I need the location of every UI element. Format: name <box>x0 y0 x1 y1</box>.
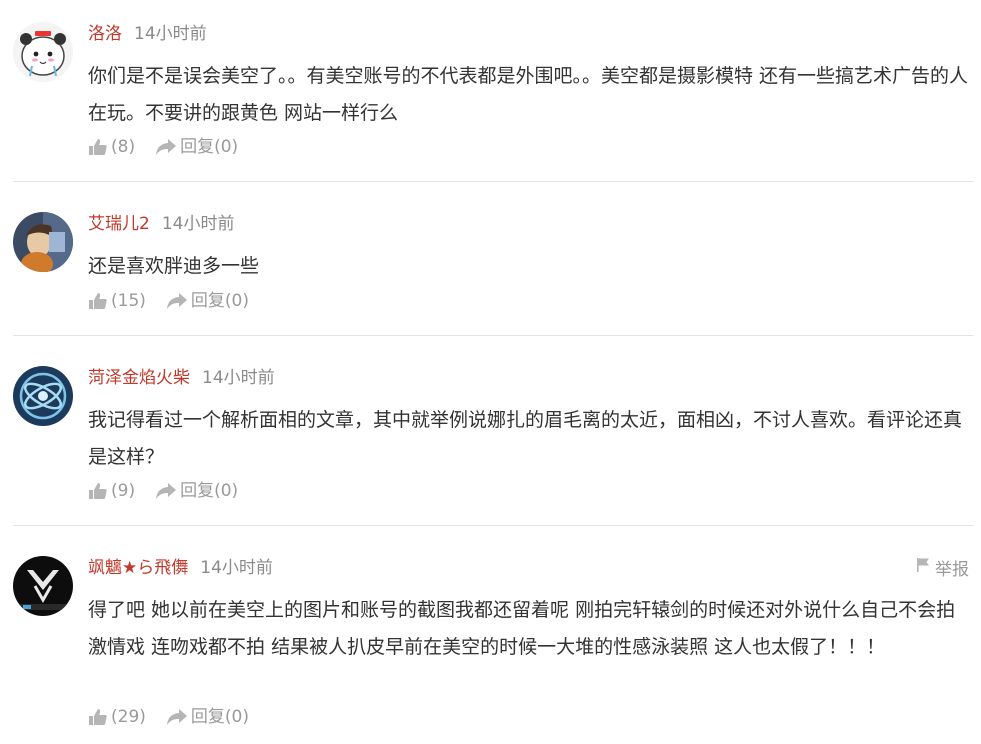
comment-text: 我记得看过一个解析面相的文章，其中就举例说娜扎的眉毛离的太近，面相凶，不讨人喜欢… <box>88 409 963 468</box>
comment-item: 菏泽金焰火柴 14小时前 我记得看过一个解析面相的文章，其中就举例说娜扎的眉毛离的… <box>0 336 981 525</box>
username[interactable]: 洛洛 <box>88 24 122 44</box>
report-button[interactable]: 举报 <box>916 555 969 580</box>
thumbs-up-icon <box>88 708 111 726</box>
comment-actions: (9) 回复(0) <box>88 480 238 502</box>
comment-text: 你们是不是误会美空了。。有美空账号的不代表都是外围吧。。美空都是摄影模特 还有一… <box>88 65 969 124</box>
like-count: (8) <box>111 137 136 157</box>
username[interactable]: 飒魑★ら飛儛 <box>88 558 188 578</box>
timestamp: 14小时前 <box>161 214 235 234</box>
thumbs-up-icon <box>88 482 111 500</box>
reply-label: 回复(0) <box>190 707 249 727</box>
avatar[interactable] <box>13 22 73 82</box>
comment-text: 还是喜欢胖迪多一些 <box>88 255 260 277</box>
reply-label: 回复(0) <box>180 481 239 501</box>
timestamp: 14小时前 <box>134 24 207 44</box>
like-button[interactable]: (15) <box>88 290 146 312</box>
comment-text: 得了吧 她以前在美空上的图片和账号的截图我都还留着呢 刚拍完轩辕剑的时候还对外说… <box>88 599 956 658</box>
like-button[interactable]: (9) <box>88 480 135 502</box>
share-arrow-icon <box>155 482 180 500</box>
reply-label: 回复(0) <box>180 137 239 157</box>
avatar[interactable] <box>13 556 73 616</box>
comment-item: 飒魑★ら飛儛 14小时前 举报 得了吧 她以前在美空上的图片和账号的截图我都还留着… <box>0 526 981 744</box>
reply-label: 回复(0) <box>190 291 249 311</box>
thumbs-up-icon <box>88 138 111 156</box>
comment-meta: 飒魑★ら飛儛 14小时前 <box>88 557 273 579</box>
reply-button[interactable]: 回复(0) <box>155 480 238 502</box>
comment-meta: 洛洛 14小时前 <box>88 23 207 45</box>
timestamp: 14小时前 <box>202 368 275 388</box>
share-arrow-icon <box>166 292 191 310</box>
comment-meta: 艾瑞儿2 14小时前 <box>88 213 234 235</box>
like-button[interactable]: (29) <box>88 706 146 728</box>
username[interactable]: 艾瑞儿2 <box>88 214 150 234</box>
like-count: (15) <box>111 291 146 311</box>
comment-item: 艾瑞儿2 14小时前 还是喜欢胖迪多一些 (15) 回复(0) <box>0 182 981 335</box>
comment-actions: (15) 回复(0) <box>88 290 249 312</box>
reply-button[interactable]: 回复(0) <box>155 136 238 158</box>
avatar[interactable] <box>13 212 73 272</box>
avatar[interactable] <box>13 366 73 426</box>
thumbs-up-icon <box>88 292 111 310</box>
share-arrow-icon <box>166 708 191 726</box>
like-button[interactable]: (8) <box>88 136 135 158</box>
share-arrow-icon <box>155 138 180 156</box>
comment-actions: (29) 回复(0) <box>88 706 249 728</box>
flag-icon <box>916 557 935 578</box>
reply-button[interactable]: 回复(0) <box>166 706 249 728</box>
comment-actions: (8) 回复(0) <box>88 136 238 158</box>
username[interactable]: 菏泽金焰火柴 <box>88 368 190 388</box>
like-count: (29) <box>111 707 146 727</box>
reply-button[interactable]: 回复(0) <box>166 290 249 312</box>
comment-item: 洛洛 14小时前 你们是不是误会美空了。。有美空账号的不代表都是外围吧。。美空都是… <box>0 0 981 182</box>
like-count: (9) <box>111 481 136 501</box>
report-label: 举报 <box>935 560 969 580</box>
timestamp: 14小时前 <box>200 558 273 578</box>
comment-meta: 菏泽金焰火柴 14小时前 <box>88 367 275 389</box>
